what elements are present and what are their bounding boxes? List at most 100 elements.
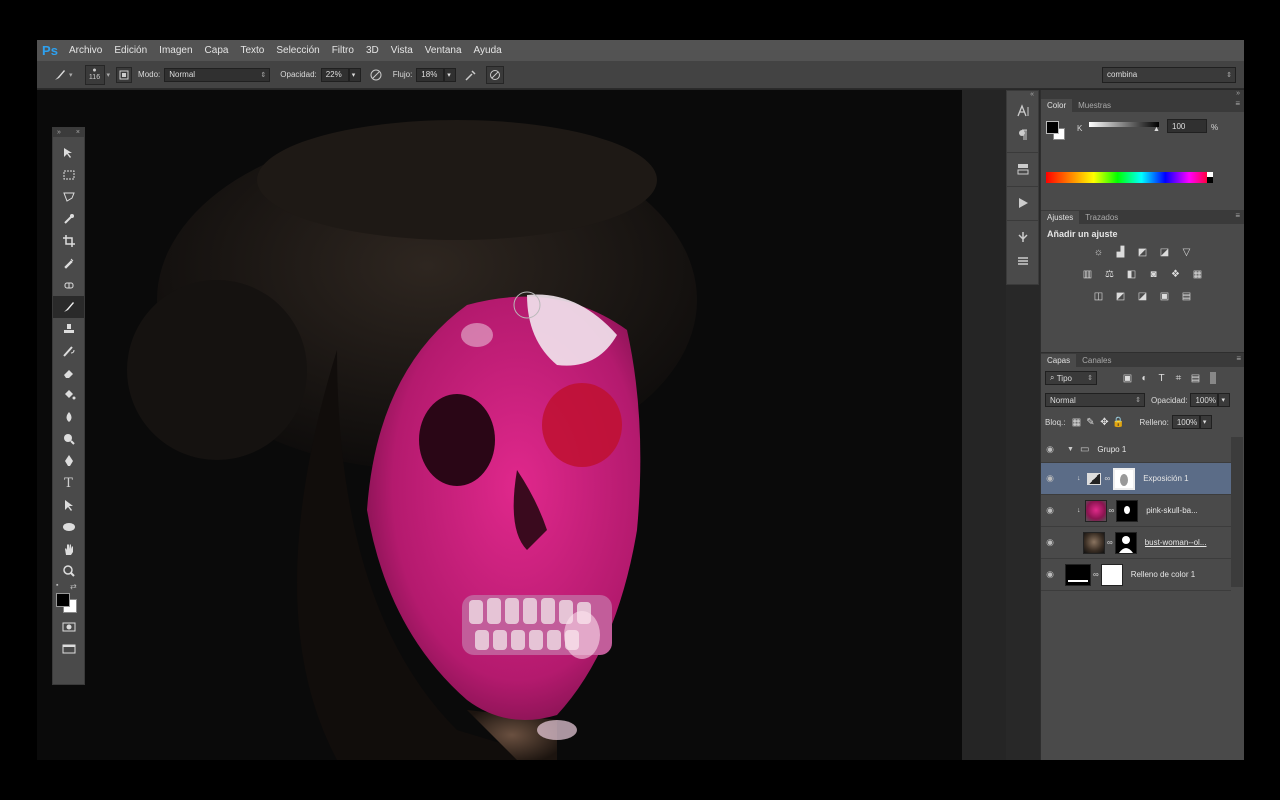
- blend-mode-select[interactable]: Normal ⇕: [1045, 393, 1145, 407]
- color-spectrum[interactable]: [1046, 172, 1213, 183]
- path-select-icon[interactable]: [53, 494, 84, 516]
- character-icon[interactable]: [1007, 99, 1038, 123]
- hue-saturation-icon[interactable]: ▥: [1079, 266, 1096, 283]
- tab-trazados[interactable]: Trazados: [1079, 211, 1124, 224]
- gradient-map-icon[interactable]: ▤: [1178, 288, 1195, 305]
- panels-collapse-icon[interactable]: »: [1041, 90, 1244, 98]
- tab-capas[interactable]: Capas: [1041, 354, 1077, 367]
- visibility-eye-icon[interactable]: ◉: [1041, 537, 1059, 548]
- black-white-icon[interactable]: ◧: [1123, 266, 1140, 283]
- default-colors-icon[interactable]: ▪: [56, 582, 58, 589]
- menu-ventana[interactable]: Ventana: [419, 45, 468, 56]
- pen-icon[interactable]: [53, 450, 84, 472]
- channel-mixer-icon[interactable]: ❖: [1167, 266, 1184, 283]
- selective-color-icon[interactable]: ▣: [1156, 288, 1173, 305]
- tab-canales[interactable]: Canales: [1076, 354, 1117, 367]
- tool-presets-icon[interactable]: [1007, 225, 1038, 249]
- link-icon[interactable]: ∞: [1105, 474, 1111, 483]
- healing-icon[interactable]: [53, 274, 84, 296]
- filter-type-icon[interactable]: T: [1153, 370, 1170, 387]
- bucket-icon[interactable]: [53, 384, 84, 406]
- tablet-opacity-icon[interactable]: [367, 66, 385, 84]
- workspace-select[interactable]: combina ⇕: [1102, 66, 1236, 83]
- quick-select-icon[interactable]: [53, 208, 84, 230]
- menu-edicion[interactable]: Edición: [108, 45, 153, 56]
- brightness-icon[interactable]: ☼: [1090, 244, 1107, 261]
- layer-opacity-dropdown[interactable]: ▾: [1218, 393, 1231, 407]
- layer-row-exposure[interactable]: ◉ ↓ ∞ Exposición 1: [1041, 463, 1231, 495]
- curves-icon[interactable]: ◩: [1134, 244, 1151, 261]
- lock-transparent-icon[interactable]: ▦: [1069, 414, 1083, 431]
- document-canvas[interactable]: [37, 90, 962, 760]
- collapse-icon[interactable]: »: [57, 128, 61, 137]
- pink-skull-thumb[interactable]: [1084, 499, 1107, 522]
- brush-presets-icon[interactable]: [1007, 249, 1038, 273]
- channel-slider[interactable]: [1089, 122, 1159, 127]
- photo-filter-icon[interactable]: ◙: [1145, 266, 1162, 283]
- airbrush-icon[interactable]: [462, 66, 480, 84]
- close-icon[interactable]: ×: [76, 128, 80, 137]
- type-icon[interactable]: T: [53, 472, 84, 494]
- eyedropper-icon[interactable]: [53, 252, 84, 274]
- opacity-dropdown[interactable]: ▾: [348, 67, 361, 82]
- exposure-icon[interactable]: ◪: [1156, 244, 1173, 261]
- bust-woman-thumb[interactable]: [1083, 531, 1105, 554]
- brush-preset-icon[interactable]: [51, 66, 69, 84]
- menu-ayuda[interactable]: Ayuda: [468, 45, 508, 56]
- filter-toggle[interactable]: [1210, 372, 1216, 384]
- brush-panel-icon[interactable]: [116, 66, 133, 83]
- menu-archivo[interactable]: Archivo: [63, 45, 108, 56]
- filter-smart-icon[interactable]: ▤: [1187, 370, 1204, 387]
- blur-icon[interactable]: [53, 406, 84, 428]
- actions-play-icon[interactable]: [1007, 191, 1038, 215]
- pink-skull-mask-thumb[interactable]: [1116, 499, 1139, 522]
- hand-icon[interactable]: [53, 538, 84, 560]
- color-lookup-icon[interactable]: ▦: [1189, 266, 1206, 283]
- layer-comps-icon[interactable]: [1007, 157, 1038, 181]
- spectrum-black-swatch[interactable]: [1207, 177, 1213, 183]
- lock-position-icon[interactable]: ✥: [1097, 414, 1111, 431]
- threshold-icon[interactable]: ◪: [1134, 288, 1151, 305]
- color-fg-swatch[interactable]: [1046, 121, 1059, 134]
- channel-value-input[interactable]: 100: [1167, 119, 1207, 133]
- layers-panel-menu-icon[interactable]: ≡: [1236, 354, 1241, 363]
- invert-icon[interactable]: ◫: [1090, 288, 1107, 305]
- adjust-panel-menu-icon[interactable]: ≡: [1235, 211, 1240, 220]
- filter-adjust-icon[interactable]: ◐: [1136, 370, 1153, 387]
- filter-pixel-icon[interactable]: ▣: [1119, 370, 1136, 387]
- lock-pixels-icon[interactable]: ✎: [1083, 414, 1097, 431]
- crop-icon[interactable]: [53, 230, 84, 252]
- visibility-eye-icon[interactable]: ◉: [1041, 505, 1059, 516]
- tab-color[interactable]: Color: [1041, 99, 1073, 112]
- brush-size-picker[interactable]: ● 116: [84, 64, 105, 85]
- link-icon[interactable]: ∞: [1093, 570, 1099, 579]
- filter-shape-icon[interactable]: ⌗: [1170, 370, 1187, 387]
- visibility-eye-icon[interactable]: ◉: [1041, 569, 1059, 580]
- group-expand-icon[interactable]: ▼: [1067, 446, 1074, 453]
- tab-muestras[interactable]: Muestras: [1072, 99, 1117, 112]
- tools-panel-header[interactable]: » ×: [53, 128, 84, 137]
- history-brush-icon[interactable]: [53, 340, 84, 362]
- brush-preset-arrow-icon[interactable]: ▾: [69, 71, 73, 79]
- stamp-icon[interactable]: [53, 318, 84, 340]
- color-balance-icon[interactable]: ⚖: [1101, 266, 1118, 283]
- menu-seleccion[interactable]: Selección: [270, 45, 325, 56]
- swap-colors-icon[interactable]: ⇄: [70, 582, 77, 591]
- quick-mask-icon[interactable]: [53, 616, 84, 638]
- posterize-icon[interactable]: ◩: [1112, 288, 1129, 305]
- vibrance-icon[interactable]: ▽: [1178, 244, 1195, 261]
- color-fill-thumb[interactable]: [1065, 563, 1091, 586]
- paragraph-icon[interactable]: [1007, 123, 1038, 147]
- color-fill-mask-thumb[interactable]: [1100, 563, 1123, 586]
- ellipse-icon[interactable]: [53, 516, 84, 538]
- link-icon[interactable]: ∞: [1109, 506, 1115, 515]
- levels-icon[interactable]: ▟: [1112, 244, 1129, 261]
- opacity-input[interactable]: 22%: [320, 67, 349, 82]
- brush-icon[interactable]: [53, 296, 84, 318]
- dodge-icon[interactable]: [53, 428, 84, 450]
- foreground-color-swatch[interactable]: [56, 593, 70, 607]
- flow-dropdown[interactable]: ▾: [444, 67, 457, 82]
- move-icon[interactable]: [53, 142, 84, 164]
- screen-mode-icon[interactable]: [53, 638, 84, 660]
- fill-dropdown[interactable]: ▾: [1199, 415, 1212, 429]
